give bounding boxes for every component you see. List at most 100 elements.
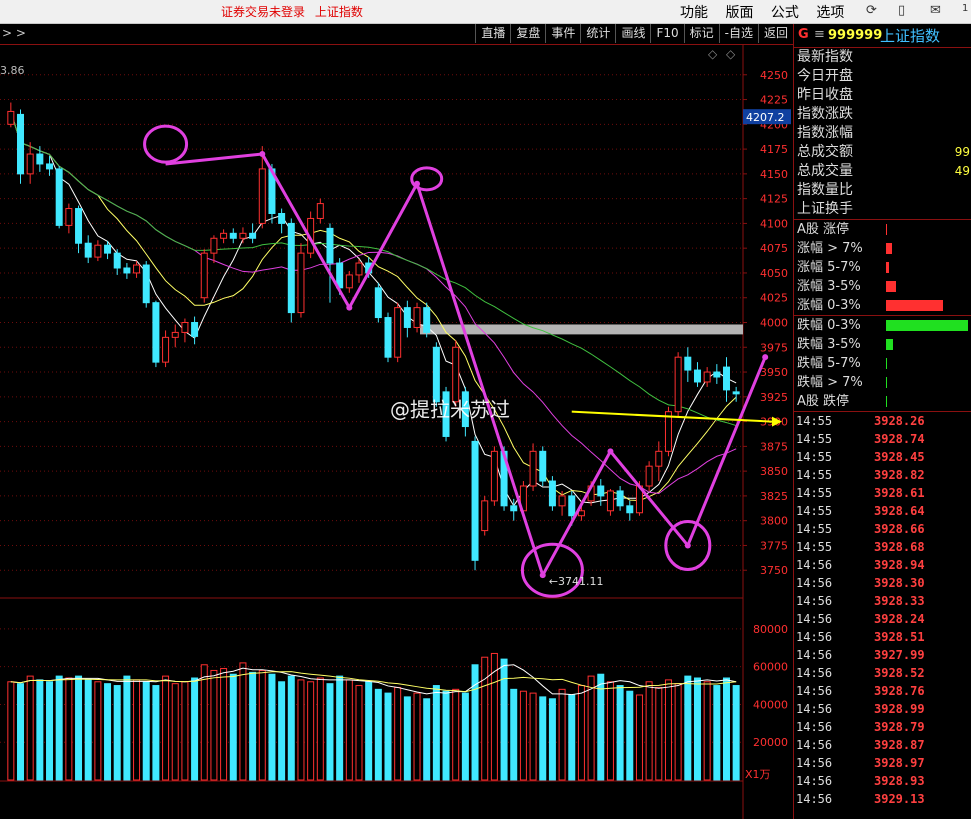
volume-bar — [519, 690, 527, 781]
candle-body — [17, 113, 25, 175]
quote-row: 上证换手 — [794, 200, 971, 219]
candle-body — [664, 411, 672, 452]
resistance-band — [420, 324, 743, 335]
price-tick-label: 4025 — [760, 292, 788, 305]
f10-button[interactable]: F10 — [650, 24, 683, 43]
ma-line-5 — [10, 111, 737, 507]
candle-body — [316, 203, 324, 219]
phone-icon[interactable]: ▯ — [898, 3, 905, 18]
volume-tick-label: 40000 — [753, 698, 788, 711]
volume-bar — [597, 673, 605, 781]
replay-button[interactable]: 复盘 — [510, 24, 545, 43]
breadcrumb[interactable]: > > — [2, 26, 26, 40]
visible-high-label: 3.86 — [0, 64, 25, 77]
breadth-label: 跌幅 3-5% — [797, 337, 861, 352]
current-index-name[interactable]: 上证指数 — [315, 5, 363, 19]
volume-bar — [152, 685, 160, 781]
breadth-label: 跌幅 0-3% — [797, 318, 861, 333]
candle-body — [548, 480, 556, 507]
candle-body — [229, 232, 237, 239]
candle-body — [732, 391, 740, 395]
quote-row: 指数涨跌 — [794, 105, 971, 124]
quote-row: 指数涨幅 — [794, 124, 971, 143]
tick-price: 3928.76 — [874, 684, 925, 698]
volume-bar — [46, 681, 54, 781]
tick-price: 3928.79 — [874, 720, 925, 734]
tick-row: 14:56 3927.99 — [794, 646, 971, 664]
volume-bar — [17, 683, 25, 781]
volume-bar — [606, 681, 614, 781]
volume-bar — [423, 698, 431, 781]
draw-line-button[interactable]: 画线 — [615, 24, 650, 43]
price-tick-label: 3825 — [760, 490, 788, 503]
candle-body — [326, 227, 334, 264]
tick-row: 14:56 3928.93 — [794, 772, 971, 790]
menu-options[interactable]: 选项 — [816, 5, 844, 21]
quote-label: 今日开盘 — [797, 68, 853, 84]
candle-body — [703, 371, 711, 383]
back-button[interactable]: 返回 — [757, 24, 793, 43]
candle-body — [162, 336, 170, 363]
volume-bar — [336, 675, 344, 781]
volume-bar — [365, 681, 373, 781]
candle-body — [278, 213, 286, 224]
refresh-icon[interactable]: ⟳ — [866, 3, 877, 18]
kline-chart[interactable]: 3750377538003825385038753900392539503975… — [0, 45, 793, 819]
tick-row: 14:56 3929.13 — [794, 790, 971, 808]
candle-body — [374, 287, 382, 319]
volume-bar — [181, 681, 189, 781]
tick-time: 14:56 — [796, 648, 833, 662]
price-tick-label: 4150 — [760, 168, 788, 181]
candle-body — [133, 264, 141, 274]
price-tick-label: 3850 — [760, 465, 788, 478]
volume-bar — [7, 681, 15, 781]
volume-bar — [722, 677, 730, 781]
menu-icon[interactable]: ≡ — [814, 27, 825, 42]
annotation-arrowhead — [684, 542, 691, 549]
volume-bar — [297, 679, 305, 781]
annotation-arrowhead — [259, 151, 266, 158]
tick-row: 14:56 3928.51 — [794, 628, 971, 646]
volume-bar — [268, 673, 276, 781]
volume-bar — [394, 686, 402, 781]
mark-button[interactable]: 标记 — [683, 24, 719, 43]
tick-row: 14:55 3928.68 — [794, 538, 971, 556]
candle-body — [142, 264, 150, 304]
candle-body — [645, 465, 653, 487]
menu-layout[interactable]: 版面 — [725, 5, 753, 21]
live-button[interactable]: 直播 — [475, 24, 510, 43]
tick-row: 14:55 3928.66 — [794, 520, 971, 538]
volume-tick-label: 60000 — [753, 661, 788, 674]
annotation-circle — [410, 166, 444, 192]
index-name: 上证指数 — [880, 27, 941, 45]
stats-button[interactable]: 统计 — [580, 24, 615, 43]
mail-icon[interactable]: ✉ — [930, 3, 941, 18]
volume-bar — [171, 683, 179, 781]
menu-formula[interactable]: 公式 — [771, 5, 799, 21]
volume-bar — [587, 675, 595, 781]
breadth-row: A股 涨停 — [794, 220, 971, 239]
volume-bar — [664, 679, 672, 781]
quote-row: 总成交额 99 — [794, 143, 971, 162]
volume-bar — [104, 683, 112, 781]
candle-body — [432, 346, 440, 403]
annotation-arrow — [260, 153, 351, 309]
candle-body — [413, 307, 421, 328]
tick-row: 14:56 3928.76 — [794, 682, 971, 700]
event-button[interactable]: 事件 — [545, 24, 580, 43]
remove-watchlist-button[interactable]: -自选 — [718, 24, 758, 43]
candle-body — [36, 153, 44, 165]
price-tick-label: 3925 — [760, 391, 788, 404]
volume-bar — [452, 688, 460, 781]
tick-time: 14:56 — [796, 558, 833, 572]
tick-row: 14:56 3928.52 — [794, 664, 971, 682]
price-tick-label: 4050 — [760, 267, 788, 280]
volume-bar — [548, 698, 556, 781]
low-price-marker: ←3741.11 — [549, 575, 604, 588]
breadth-label: 涨幅 0-3% — [797, 298, 861, 313]
volume-bar — [703, 681, 711, 781]
candle-body — [722, 366, 730, 391]
menu-function[interactable]: 功能 — [680, 5, 708, 21]
tick-time: 14:56 — [796, 666, 833, 680]
volume-bar — [229, 673, 237, 781]
